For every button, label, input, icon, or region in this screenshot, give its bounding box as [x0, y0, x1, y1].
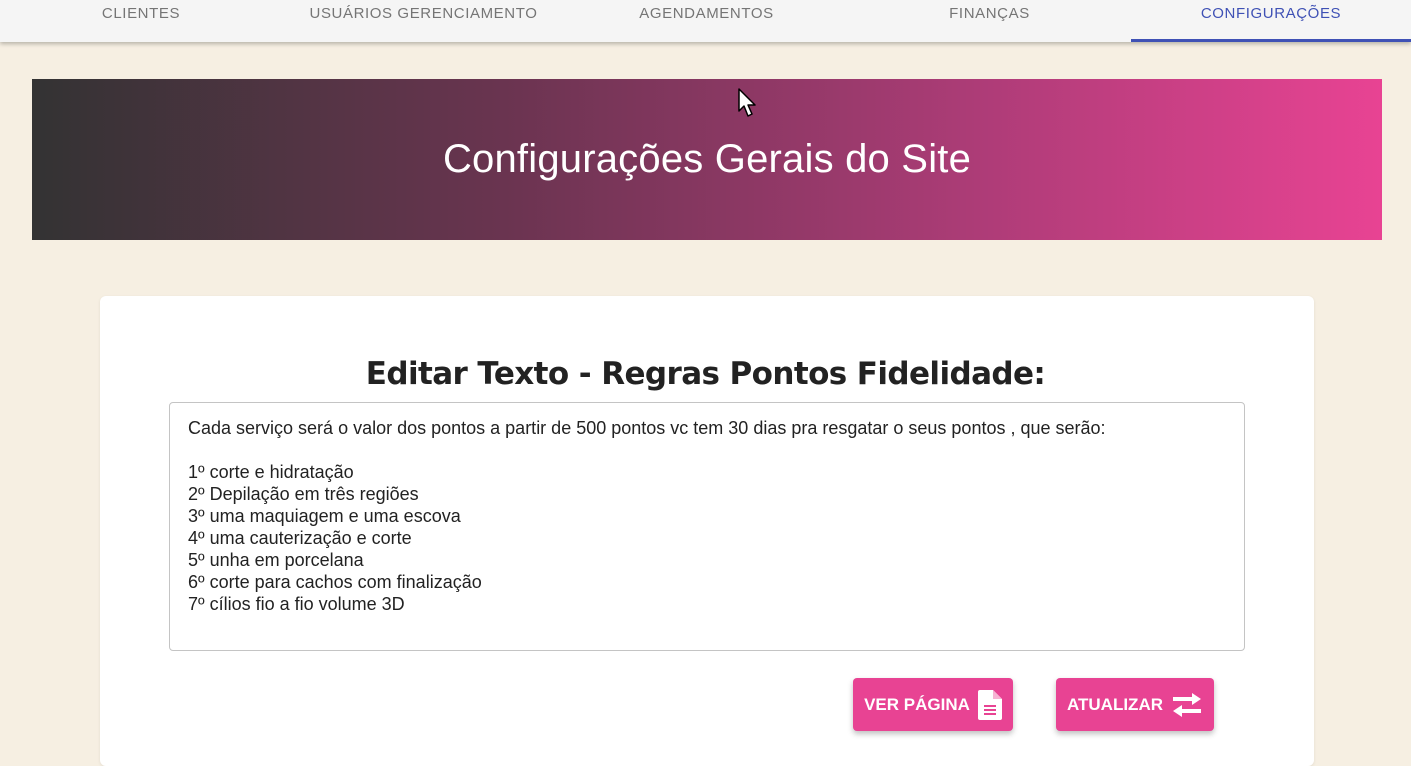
tab-financas[interactable]: FINANÇAS — [848, 0, 1131, 42]
update-label: ATUALIZAR — [1067, 694, 1163, 714]
tab-clientes[interactable]: CLIENTES — [40, 0, 242, 42]
tab-label: CONFIGURAÇÕES — [1200, 5, 1342, 22]
editor-title: Editar Texto - Regras Pontos Fidelidade: — [365, 356, 1046, 392]
document-icon — [977, 689, 1002, 720]
tab-configuracoes[interactable]: CONFIGURAÇÕES — [1131, 0, 1411, 42]
view-page-label: VER PÁGINA — [864, 694, 970, 714]
tab-usuarios-gerenciamento[interactable]: USUÁRIOS GERENCIAMENTO — [282, 0, 565, 42]
tab-label: FINANÇAS — [949, 5, 1030, 22]
top-navigation: CLIENTES USUÁRIOS GERENCIAMENTO AGENDAME… — [0, 0, 1411, 42]
update-button[interactable]: ATUALIZAR — [1056, 678, 1214, 731]
swap-arrows-icon — [1171, 692, 1203, 718]
mouse-cursor-icon — [738, 88, 758, 123]
tab-agendamentos[interactable]: AGENDAMENTOS — [565, 0, 848, 42]
view-page-button[interactable]: VER PÁGINA — [853, 678, 1013, 731]
hero-banner: Configurações Gerais do Site — [32, 79, 1382, 240]
tab-label: USUÁRIOS GERENCIAMENTO — [309, 5, 538, 22]
page-title: Configurações Gerais do Site — [442, 137, 972, 181]
active-tab-indicator — [1131, 39, 1411, 42]
tab-label: AGENDAMENTOS — [639, 5, 774, 22]
tab-label: CLIENTES — [101, 5, 181, 22]
loyalty-rules-textarea[interactable]: Cada serviço será o valor dos pontos a p… — [169, 402, 1245, 651]
